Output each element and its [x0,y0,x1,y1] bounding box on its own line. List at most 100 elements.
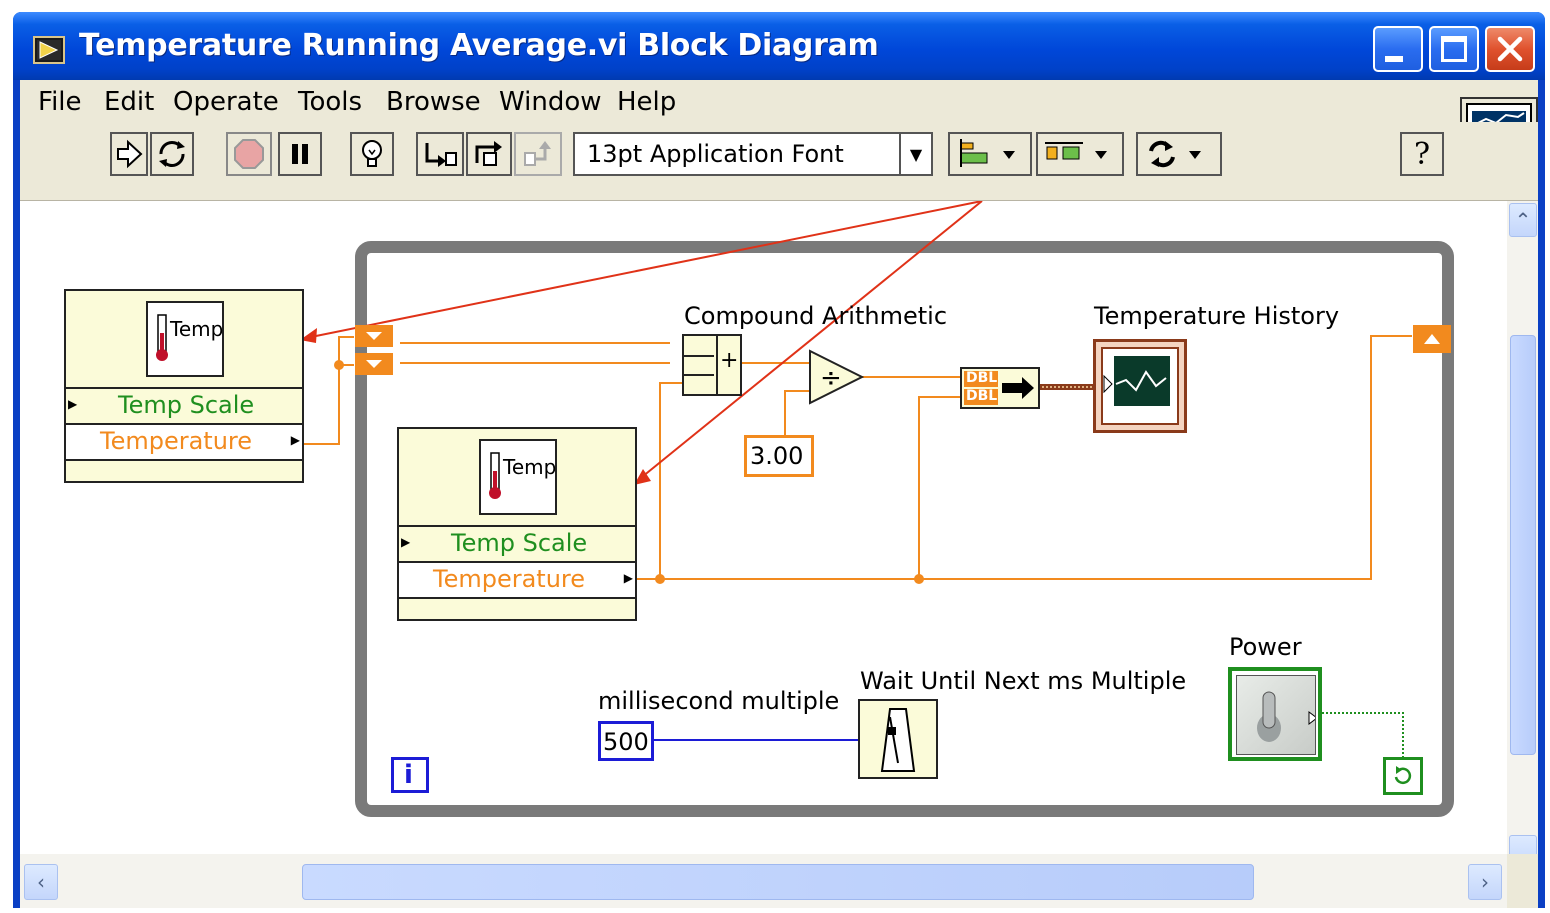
step-out-button[interactable] [514,132,562,176]
pause-button[interactable] [278,132,322,176]
temp-subvi-inner[interactable]: Temp ▶ Temp Scale Temperature ▶ [397,427,637,621]
wait-node[interactable] [858,699,938,779]
power-toggle[interactable] [1228,667,1322,761]
run-continuously-button[interactable] [150,132,194,176]
reorder-button[interactable] [1136,132,1222,176]
abort-button[interactable] [226,132,272,176]
window-title: Temperature Running Average.vi Block Dia… [79,28,879,63]
pause-icon [292,144,308,164]
terminal-temp-scale[interactable]: ▶ Temp Scale [399,525,635,561]
divide-icon: ÷ [820,363,842,393]
chevron-down-icon: ▼ [899,134,931,174]
run-arrow-icon [117,139,143,169]
wire-temp-to-compound [659,382,682,579]
subvi-footer [66,459,302,481]
power-label: Power [1229,633,1302,661]
distribute-objects-button[interactable] [1036,132,1124,176]
compound-arithmetic-label: Compound Arithmetic [684,302,948,330]
menu-operate[interactable]: Operate [173,87,279,117]
bundle-node[interactable]: DBL DBL [960,367,1040,409]
terminal-temp-scale-label: Temp Scale [451,529,588,557]
thermometer-icon: Temp [146,301,224,377]
toolbar: 13pt Application Font ▼ ? [20,122,1538,201]
chevron-left-icon: ‹ [37,870,45,894]
maximize-button[interactable] [1429,26,1479,72]
menu-window[interactable]: Window [499,87,602,117]
close-icon [1497,36,1523,62]
close-button[interactable] [1485,26,1535,72]
terminal-temp-scale[interactable]: ▶ Temp Scale [66,387,302,423]
terminal-temperature[interactable]: Temperature ▶ [66,423,302,459]
wire-temp-to-bundle [918,396,960,579]
ms-multiple-label: millisecond multiple [598,687,840,715]
subvi-label: Temp [503,455,557,479]
help-button[interactable]: ? [1400,132,1444,176]
chevron-right-icon: › [1481,870,1489,894]
block-diagram-canvas[interactable]: Temp ▶ Temp Scale Temperature ▶ Temp ▶ T… [20,201,1507,854]
menu-file[interactable]: File [38,87,82,117]
terminal-temperature-label: Temperature [100,427,253,455]
iteration-terminal[interactable]: i [391,757,429,793]
font-selector[interactable]: 13pt Application Font ▼ [573,132,933,176]
vertical-scroll-thumb[interactable] [1510,335,1536,755]
horizontal-scroll-thumb[interactable] [302,864,1254,900]
scroll-left-button[interactable]: ‹ [24,864,58,900]
wire-junction-left [334,360,344,370]
highlight-execution-button[interactable] [350,132,394,176]
waveform-chart-terminal[interactable] [1093,339,1187,433]
horizontal-scrollbar[interactable]: ‹ › [20,854,1507,908]
shift-register-right[interactable] [1413,325,1451,353]
terminal-temp-scale-label: Temp Scale [118,391,255,419]
minimize-button[interactable] [1373,26,1423,72]
chevron-up-icon: ⌃ [1514,208,1532,232]
input-arrow-icon: ▶ [68,397,78,411]
run-button[interactable] [110,132,148,176]
bundle-input-2: DBL [964,388,998,405]
compound-arithmetic-node[interactable]: + [682,334,742,396]
reorder-icon [1149,140,1201,168]
labview-window: Temperature Running Average.vi Block Dia… [13,12,1545,908]
terminal-temperature-label: Temperature [433,565,586,593]
step-into-button[interactable] [416,132,464,176]
wire-const-to-divide [784,390,810,437]
dbl-tag: DBL [966,370,998,386]
font-selector-value: 13pt Application Font [587,140,844,168]
resize-grip[interactable] [1507,854,1538,908]
ms-multiple-value: 500 [603,728,649,756]
step-out-icon [524,141,551,166]
align-icon [960,139,1015,167]
shift-register-left-2[interactable] [355,353,393,375]
loop-condition-terminal[interactable] [1383,757,1423,795]
thermometer-icon: Temp [479,439,557,515]
ms-multiple-constant[interactable]: 500 [598,721,654,761]
menu-edit[interactable]: Edit [104,87,154,117]
bundle-icon [1002,377,1034,399]
wire-power-to-condition [1322,712,1404,757]
title-bar[interactable]: Temperature Running Average.vi Block Dia… [13,12,1545,80]
menu-tools[interactable]: Tools [298,87,362,117]
output-arrow-icon: ▶ [623,571,633,585]
step-over-button[interactable] [466,132,512,176]
wait-label: Wait Until Next ms Multiple [860,667,1187,695]
menu-help[interactable]: Help [617,87,676,117]
scroll-right-button[interactable]: › [1468,864,1502,900]
align-objects-button[interactable] [948,132,1032,176]
help-icon: ? [1413,136,1431,172]
dbl-tag: DBL [966,388,998,404]
compound-divider-1 [684,355,714,357]
maximize-icon [1441,36,1467,62]
plus-icon: + [720,348,739,373]
shift-register-left-1[interactable] [355,325,393,347]
terminal-temperature[interactable]: Temperature ▶ [399,561,635,597]
chart-label: Temperature History [1094,302,1340,330]
scroll-up-button[interactable]: ⌃ [1509,203,1537,237]
highlight-execution-icon [362,140,382,167]
toggle-switch-icon [1236,675,1318,755]
bundle-input-1: DBL [964,370,998,387]
chart-icon [1101,347,1179,425]
distribute-icon [1045,142,1107,160]
vertical-scrollbar[interactable]: ⌃ ⌄ [1507,201,1538,869]
divisor-constant[interactable]: 3.00 [744,435,814,477]
menu-browse[interactable]: Browse [386,87,481,117]
temp-subvi-outer[interactable]: Temp ▶ Temp Scale Temperature ▶ [64,289,304,483]
